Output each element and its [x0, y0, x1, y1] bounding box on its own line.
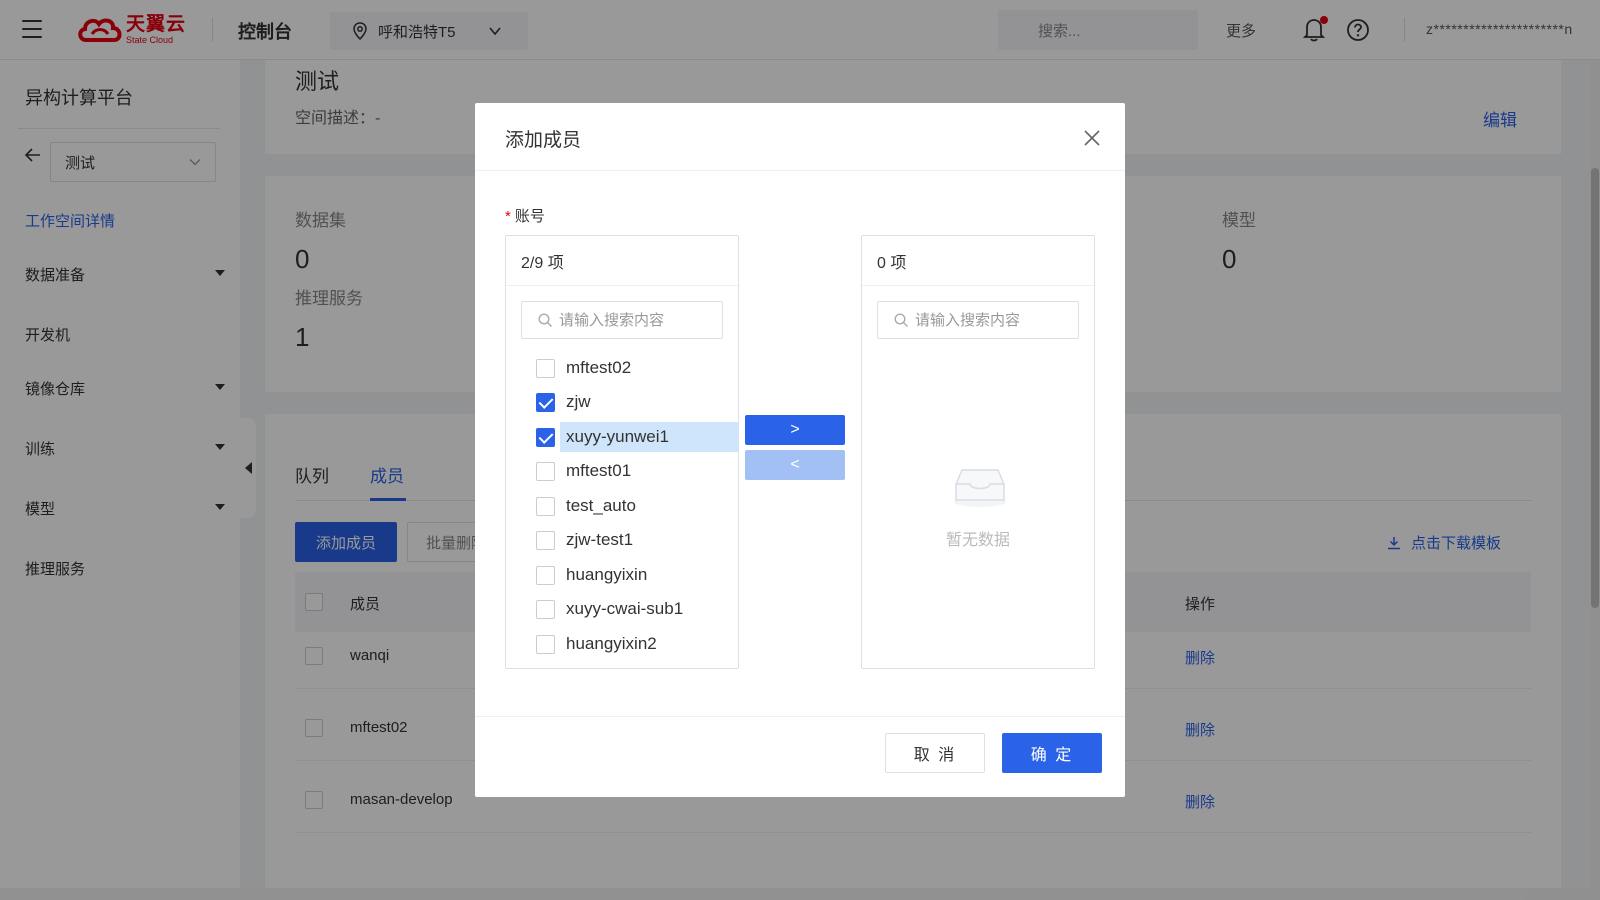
list-item[interactable]: huangyixin2 [506, 629, 738, 659]
target-list-count: 0 项 [862, 236, 1094, 286]
source-search-input[interactable] [559, 311, 709, 329]
cancel-button[interactable]: 取 消 [885, 733, 985, 773]
target-list-panel: 0 项 暂无数据 [861, 235, 1095, 669]
account-name: zjw-test1 [566, 530, 634, 549]
account-name: mftest01 [566, 461, 632, 480]
empty-state-text: 暂无数据 [945, 532, 1010, 549]
add-member-dialog: 添加成员 *账号 2/9 项 mftest02 zjw xuyy-yunwei1… [475, 103, 1125, 797]
account-name: xuyy-cwai-sub1 [566, 599, 684, 618]
item-checkbox[interactable] [536, 359, 555, 378]
item-checkbox-checked[interactable] [536, 393, 555, 412]
move-right-button[interactable]: > [745, 415, 845, 445]
dialog-header-divider [475, 170, 1125, 171]
target-search-field[interactable] [877, 301, 1079, 339]
source-list-panel: 2/9 项 mftest02 zjw xuyy-yunwei1 mftest01… [505, 235, 739, 669]
item-checkbox[interactable] [536, 566, 555, 585]
item-checkbox[interactable] [536, 600, 555, 619]
item-checkbox[interactable] [536, 462, 555, 481]
account-label-text: 账号 [514, 208, 545, 225]
item-checkbox[interactable] [536, 497, 555, 516]
account-name: huangyixin2 [566, 634, 657, 653]
list-item[interactable]: mftest01 [506, 456, 738, 486]
search-icon [538, 312, 552, 327]
list-item[interactable]: xuyy-yunwei1 [506, 422, 738, 452]
list-item[interactable]: test_auto [506, 491, 738, 521]
close-icon[interactable] [1083, 129, 1101, 147]
dialog-footer-divider [475, 716, 1125, 717]
move-left-button[interactable]: < [745, 450, 845, 480]
list-item[interactable]: zjw [506, 387, 738, 417]
list-item[interactable]: xuyy-cwai-sub1 [506, 594, 738, 624]
required-mark: * [505, 208, 511, 225]
item-checkbox[interactable] [536, 635, 555, 654]
confirm-button[interactable]: 确 定 [1002, 733, 1102, 773]
account-name: xuyy-yunwei1 [560, 422, 738, 452]
source-search-field[interactable] [521, 301, 723, 339]
account-name: zjw [566, 392, 591, 411]
list-item[interactable]: zjw-test1 [506, 525, 738, 555]
source-list-count: 2/9 项 [506, 236, 738, 286]
search-icon [894, 312, 908, 327]
list-item[interactable]: huangyixin [506, 560, 738, 590]
account-name: test_auto [566, 496, 636, 515]
account-name: mftest02 [566, 358, 632, 377]
item-checkbox-checked[interactable] [536, 428, 555, 447]
empty-inbox-icon [954, 469, 1006, 507]
account-field-label: * 账号 [505, 205, 545, 226]
account-name: huangyixin [566, 565, 648, 584]
dialog-title: 添加成员 [505, 130, 582, 151]
item-checkbox[interactable] [536, 531, 555, 550]
target-search-input[interactable] [915, 311, 1065, 329]
list-item[interactable]: mftest02 [506, 353, 738, 383]
